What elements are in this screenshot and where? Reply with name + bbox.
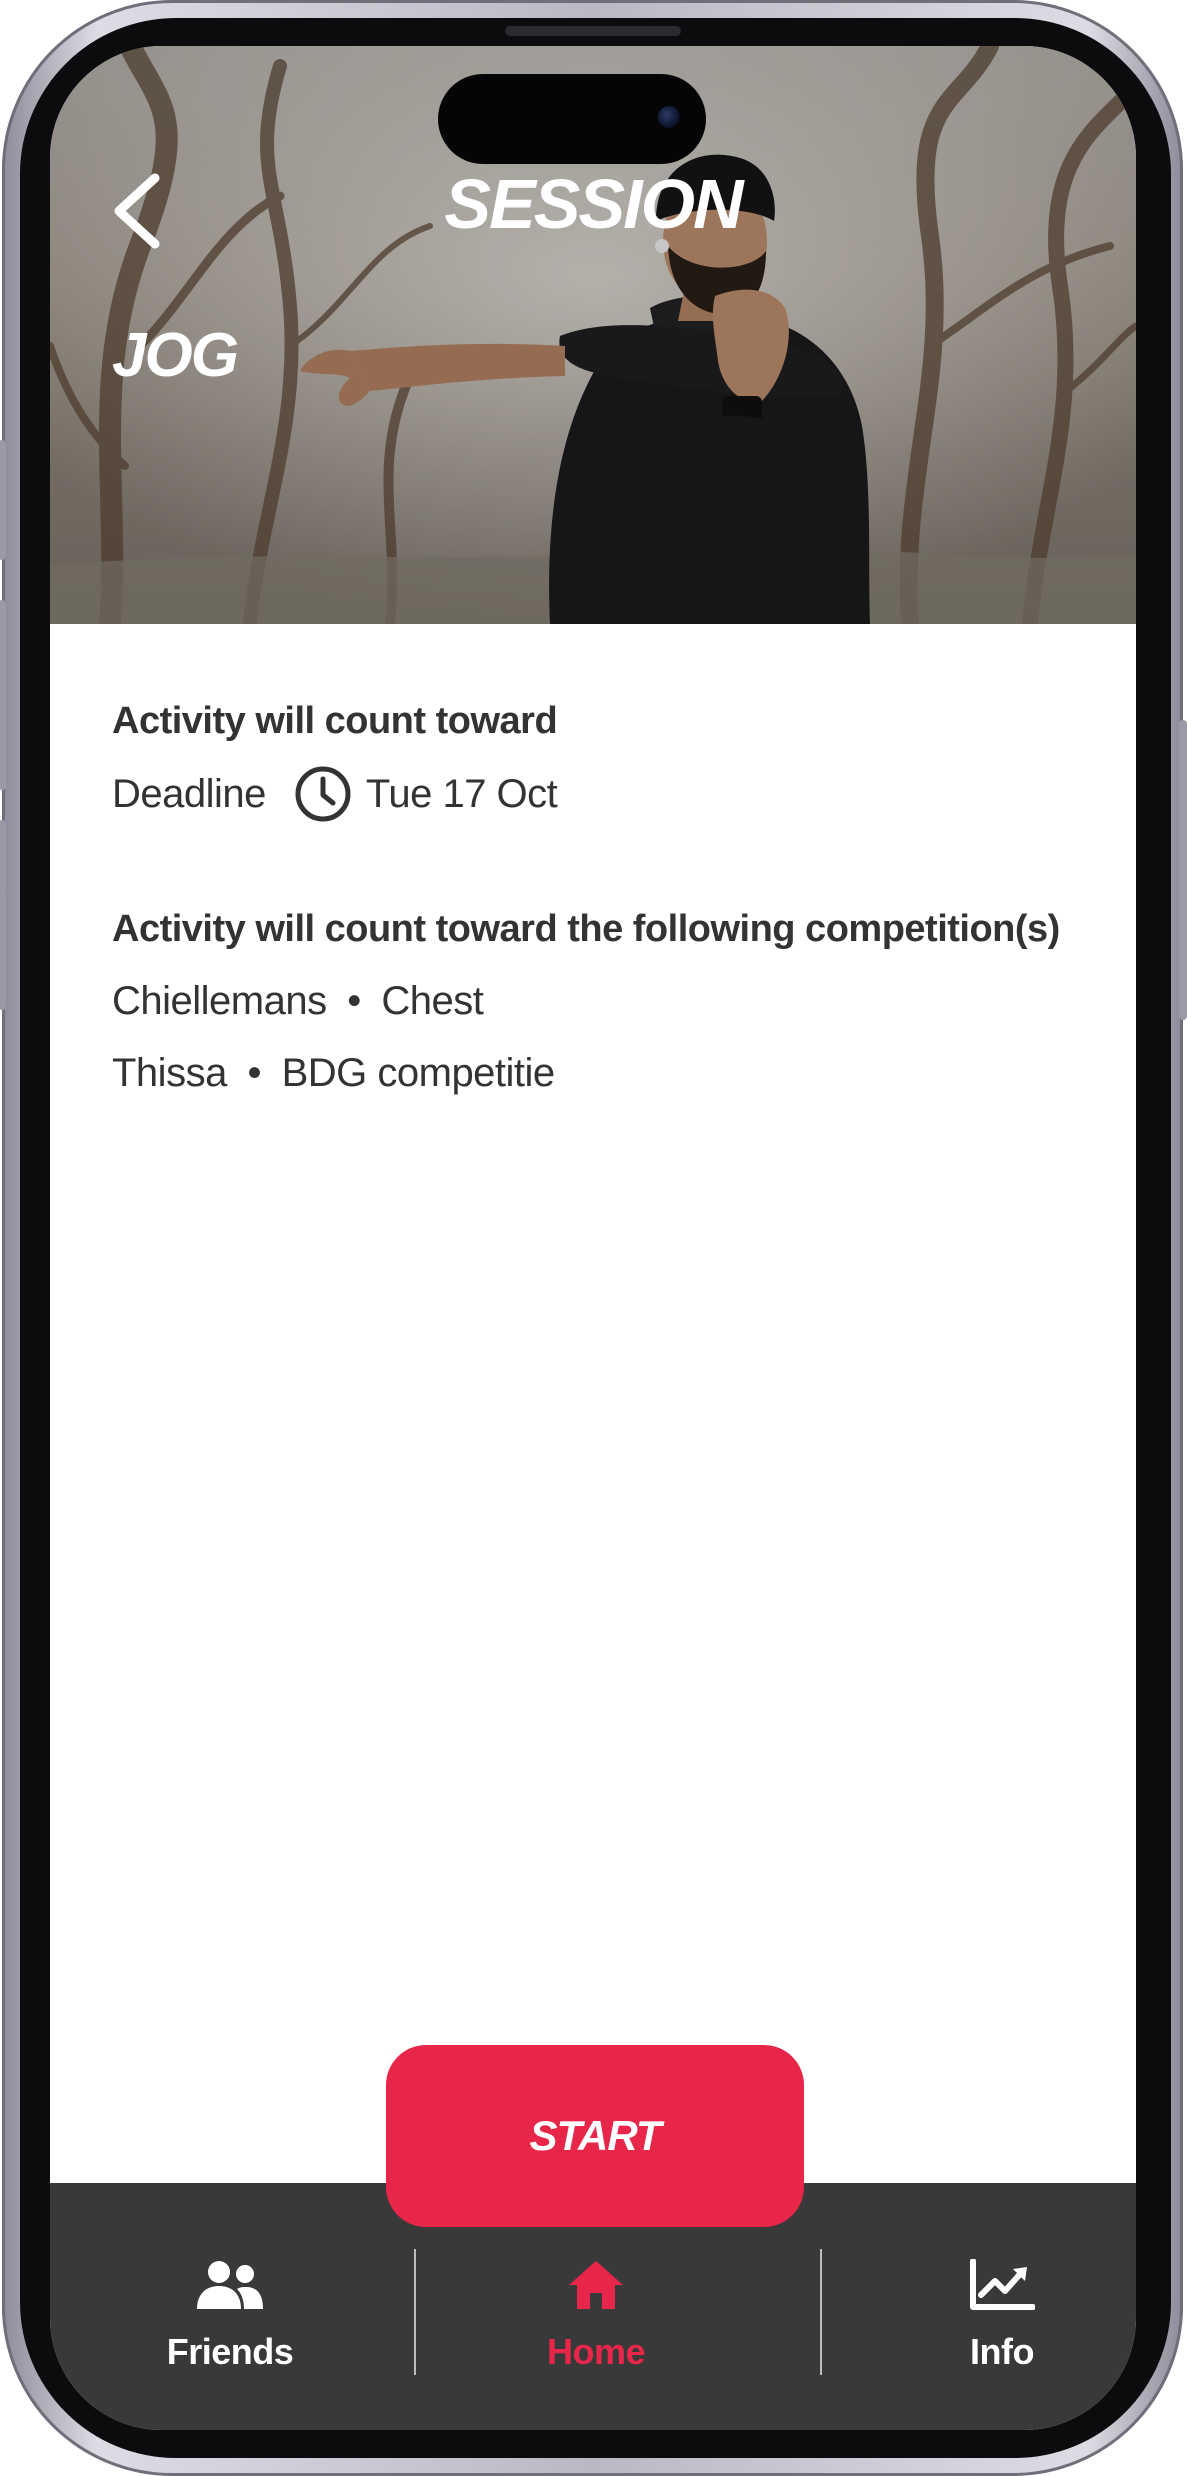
start-button[interactable]: START [386,2045,804,2227]
nav-label-home: Home [546,2331,646,2372]
target-heading: Activity will count toward [112,700,558,742]
separator-dot: • [347,979,361,1023]
competitions-heading: Activity will count toward the following… [112,908,1060,950]
competition-name: Thissa [112,1051,227,1095]
clock-icon [295,766,351,822]
nav-label-info: Info [970,2331,1034,2372]
activity-name: JOG [112,321,239,390]
session-details: Activity will count toward Deadline Tue … [112,696,1072,1098]
dynamic-island [438,74,706,164]
hero-image: SESSION JOG [50,46,1136,624]
front-camera [658,106,680,128]
speaker-slot [505,26,681,36]
nav-item-info[interactable]: Info [822,2183,1136,2430]
competition-category: BDG competitie [281,1051,556,1095]
page-title: SESSION [444,165,743,243]
separator-dot: • [247,1051,261,1095]
deadline-label: Deadline [112,771,266,816]
deadline-row: Deadline Tue 17 Oct [112,764,1072,824]
target-section: Activity will count toward Deadline Tue … [112,696,1072,824]
app-screen: SESSION JOG Activity will count toward D… [50,46,1136,2430]
side-button [0,440,6,560]
nav-label-friends: Friends [166,2331,294,2372]
friends-icon [197,2261,263,2309]
side-button [0,600,6,790]
side-button [1179,720,1187,1020]
competition-category: Chest [381,979,484,1023]
competitions-section: Activity will count toward the following… [112,904,1072,1098]
home-icon [569,2261,623,2309]
deadline-date: Tue 17 Oct [365,771,558,816]
competition-item: Thissa • BDG competitie [112,1048,1072,1098]
side-button [0,820,6,1010]
chart-icon [970,2259,1035,2310]
competition-name: Chiellemans [112,979,327,1023]
nav-item-friends[interactable]: Friends [50,2183,410,2430]
competition-item: Chiellemans • Chest [112,976,1072,1026]
